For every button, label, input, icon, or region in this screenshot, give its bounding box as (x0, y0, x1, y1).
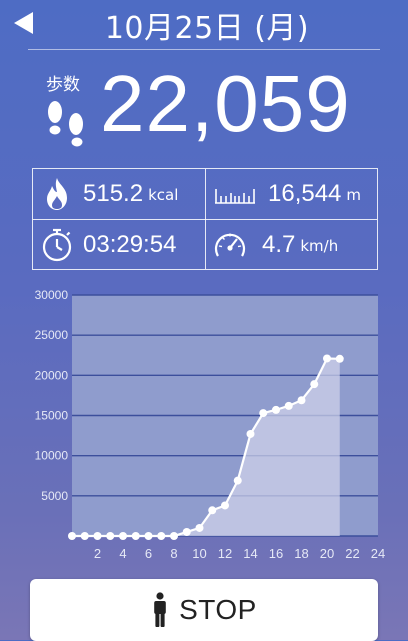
hourly-steps-chart: 5000 10000 15000 20000 25000 30000 2 4 6 8 10 12 14 1… (0, 284, 408, 568)
y-tick-label: 5000 (41, 489, 68, 503)
speed-cell: 4.7 km/h (206, 220, 378, 270)
calories-cell: 515.2 kcal (33, 169, 205, 219)
x-tick-label: 12 (218, 546, 232, 561)
data-point (310, 380, 319, 389)
x-tick-label: 10 (192, 546, 206, 561)
speed-value: 4.7 (262, 231, 296, 258)
ruler-icon (212, 176, 258, 212)
x-tick-label: 6 (145, 546, 152, 561)
person-icon (154, 592, 166, 627)
data-point (246, 429, 255, 438)
x-tick-label: 22 (345, 546, 359, 561)
x-tick-label: 2 (94, 546, 101, 561)
x-tick-label: 14 (243, 546, 257, 561)
steps-label: 歩数 (46, 75, 80, 95)
duration-cell: 03:29:54 (33, 220, 205, 270)
data-point (144, 532, 153, 540)
y-tick-label: 30000 (35, 288, 69, 302)
flame-icon (39, 176, 75, 212)
data-point (106, 532, 115, 540)
speedometer-icon (212, 227, 248, 263)
back-arrow-icon (14, 12, 33, 34)
header-divider (28, 49, 380, 50)
stop-button[interactable]: STOP (30, 579, 378, 641)
calories-value: 515.2 (83, 180, 144, 207)
data-point (93, 532, 102, 540)
distance-value: 16,544 (268, 180, 342, 207)
steps-summary: 歩数 22,059 (0, 56, 408, 164)
duration-value: 03:29:54 (83, 231, 177, 258)
y-tick-label: 10000 (35, 449, 69, 463)
header: 10月25日 (月) (0, 0, 408, 50)
data-point (170, 532, 178, 540)
stop-label: STOP (179, 594, 257, 625)
data-point (259, 409, 268, 418)
stopwatch-icon (39, 227, 75, 263)
footprints-icon (48, 101, 83, 147)
data-point (119, 532, 127, 540)
x-tick-label: 24 (371, 546, 385, 561)
data-point (131, 532, 140, 540)
data-point (221, 501, 229, 510)
distance-unit: m (346, 186, 362, 204)
data-point (68, 532, 76, 540)
y-tick-label: 15000 (35, 409, 69, 423)
x-tick-label: 4 (119, 546, 126, 561)
steps-count: 22,059 (100, 59, 351, 148)
data-point (323, 354, 331, 363)
data-point (80, 532, 89, 540)
data-point (182, 527, 191, 536)
date-title: 10月25日 (月) (104, 11, 310, 46)
distance-cell: 16,544 m (206, 169, 378, 219)
x-tick-label: 8 (170, 546, 177, 561)
y-tick-label: 25000 (35, 328, 69, 342)
x-tick-label: 18 (294, 546, 308, 561)
x-tick-label: 20 (320, 546, 334, 561)
data-point (157, 532, 166, 540)
data-point (297, 396, 306, 405)
x-tick-label: 16 (269, 546, 283, 561)
speed-unit: km/h (300, 237, 339, 255)
data-point (233, 476, 242, 485)
data-point (284, 401, 293, 410)
data-point (272, 405, 280, 414)
back-button[interactable] (14, 8, 50, 38)
data-point (195, 523, 204, 532)
calories-unit: kcal (148, 186, 179, 204)
y-tick-label: 20000 (35, 368, 69, 382)
data-point (208, 506, 217, 515)
stats-grid: 515.2 kcal 16,544 m 03:29:54 4.7 km/h (32, 168, 378, 270)
chart-svg: 500010000150002000025000300002 4 6 8 10 12 14 1… (35, 288, 386, 561)
data-point (335, 354, 344, 363)
